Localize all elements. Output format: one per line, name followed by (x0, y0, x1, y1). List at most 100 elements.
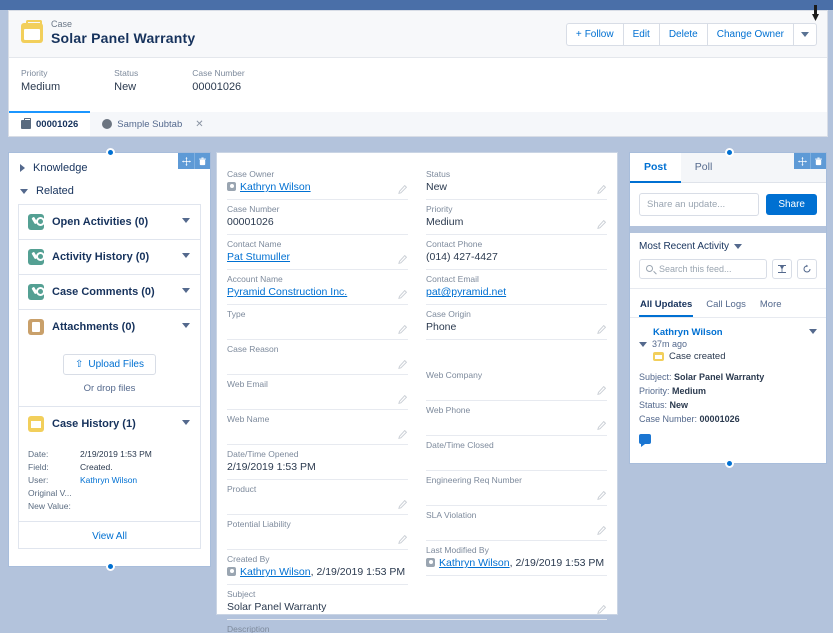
pencil-icon[interactable] (597, 185, 606, 194)
field-value (426, 451, 607, 466)
subtab-00001026[interactable]: 00001026 (9, 111, 91, 136)
related-card-activity-history[interactable]: Activity History (0) (18, 239, 201, 274)
field-web-phone[interactable]: Web Phone (426, 401, 607, 436)
field-value[interactable]: Pyramid Construction Inc. (227, 285, 408, 300)
pencil-icon[interactable] (597, 325, 606, 334)
edit-button[interactable]: Edit (622, 23, 659, 46)
feed-sort-dropdown[interactable]: Most Recent Activity (630, 233, 826, 256)
contact-email-link[interactable]: pat@pyramid.net (426, 286, 506, 298)
field-case-origin[interactable]: Case Origin Phone (426, 305, 607, 340)
account-name-link[interactable]: Pyramid Construction Inc. (227, 286, 347, 298)
field-contact-email[interactable]: Contact Email pat@pyramid.net (426, 270, 607, 305)
close-icon[interactable]: ✕ (195, 119, 203, 130)
field-case-reason[interactable]: Case Reason (227, 340, 408, 375)
field-web-name[interactable]: Web Name (227, 410, 408, 445)
comment-icon[interactable] (639, 434, 651, 447)
pencil-icon[interactable] (398, 500, 407, 509)
field-case-owner[interactable]: Case Owner Kathryn Wilson (227, 165, 408, 200)
share-button[interactable]: Share (766, 194, 817, 215)
pencil-icon[interactable] (398, 185, 407, 194)
pencil-icon[interactable] (597, 526, 606, 535)
tab-poll[interactable]: Poll (680, 153, 727, 182)
chevron-down-icon[interactable] (809, 329, 817, 334)
field-value[interactable]: Kathryn Wilson (227, 180, 408, 195)
pencil-icon[interactable] (597, 421, 606, 430)
feed-tab-more[interactable]: More (759, 295, 783, 317)
pencil-icon[interactable] (398, 395, 407, 404)
more-actions-button[interactable] (793, 23, 817, 46)
panel-edit-badges (794, 153, 826, 169)
priority-label: Priority (21, 68, 48, 78)
field-value[interactable]: pat@pyramid.net (426, 285, 607, 300)
case-number-value: 00001026 (192, 81, 242, 93)
pencil-icon[interactable] (597, 220, 606, 229)
chevron-down-icon[interactable] (182, 323, 190, 328)
field-priority[interactable]: Priority Medium (426, 200, 607, 235)
field-value (426, 486, 607, 501)
field-account-name[interactable]: Account Name Pyramid Construction Inc. (227, 270, 408, 305)
field-value (426, 416, 607, 431)
field-engineering-req-number[interactable]: Engineering Req Number (426, 471, 607, 506)
subtab-sample-subtab[interactable]: Sample Subtab ✕ (90, 112, 215, 136)
field-potential-liability[interactable]: Potential Liability (227, 515, 408, 550)
feed-tab-all-updates[interactable]: All Updates (639, 295, 694, 317)
feed-item-author[interactable]: Kathryn Wilson (653, 327, 817, 338)
change-owner-button[interactable]: Change Owner (706, 23, 793, 46)
delete-button[interactable]: Delete (658, 23, 707, 46)
upload-files-button[interactable]: ⇧ Upload Files (63, 354, 156, 375)
field-value[interactable]: Pat Stumuller (227, 250, 408, 265)
last-modified-by-link[interactable]: Kathryn Wilson (439, 557, 510, 569)
pencil-icon[interactable] (398, 290, 407, 299)
panel-resize-handle-bottom[interactable] (725, 459, 734, 468)
case-owner-link[interactable]: Kathryn Wilson (240, 181, 311, 193)
pencil-icon[interactable] (398, 325, 407, 334)
left-sidebar-panel: Knowledge Related Open Activities (0) Ac… (8, 148, 211, 571)
pencil-icon[interactable] (398, 430, 407, 439)
related-card-case-history[interactable]: Case History (1) (18, 406, 201, 441)
tab-post[interactable]: Post (630, 153, 681, 183)
pencil-icon[interactable] (597, 491, 606, 500)
chevron-down-icon[interactable] (639, 341, 647, 347)
refresh-icon[interactable] (797, 259, 817, 279)
related-card-title: Open Activities (0) (52, 216, 149, 228)
related-card-case-comments[interactable]: Case Comments (0) (18, 274, 201, 309)
move-icon[interactable] (178, 153, 194, 169)
related-card-title: Case Comments (0) (52, 286, 155, 298)
move-icon[interactable] (794, 153, 810, 169)
feed-search-input[interactable]: Search this feed... (639, 259, 767, 279)
pencil-icon[interactable] (398, 360, 407, 369)
chevron-down-icon[interactable] (182, 218, 190, 223)
panel-resize-handle-top[interactable] (106, 148, 115, 157)
field-type[interactable]: Type (227, 305, 408, 340)
panel-resize-handle-bottom[interactable] (106, 562, 115, 571)
sidebar-section-related[interactable]: Related (9, 183, 210, 204)
pencil-icon[interactable] (597, 605, 606, 614)
chevron-down-icon[interactable] (182, 420, 190, 425)
share-update-input[interactable]: Share an update... (639, 193, 760, 216)
follow-button[interactable]: + Follow (565, 23, 623, 46)
field-sla-violation[interactable]: SLA Violation (426, 506, 607, 541)
panel-resize-handle-top[interactable] (725, 148, 734, 157)
feed-tab-call-logs[interactable]: Call Logs (705, 295, 747, 317)
field-subject[interactable]: Subject Solar Panel Warranty (227, 585, 607, 620)
field-web-company[interactable]: Web Company (426, 366, 607, 401)
field-description[interactable]: Description What is the warranty on the … (227, 620, 607, 633)
contact-name-link[interactable]: Pat Stumuller (227, 251, 290, 263)
field-status[interactable]: Status New (426, 165, 607, 200)
filter-icon[interactable] (772, 259, 792, 279)
pencil-icon[interactable] (398, 255, 407, 264)
field-web-email[interactable]: Web Email (227, 375, 408, 410)
pencil-icon[interactable] (398, 535, 407, 544)
chevron-down-icon[interactable] (182, 288, 190, 293)
trash-icon[interactable] (194, 153, 210, 169)
related-card-attachments[interactable]: Attachments (0) (18, 309, 201, 344)
created-by-link[interactable]: Kathryn Wilson (240, 566, 311, 578)
chevron-down-icon[interactable] (182, 253, 190, 258)
related-card-open-activities[interactable]: Open Activities (0) (18, 204, 201, 239)
view-all-button[interactable]: View All (19, 521, 200, 548)
field-contact-name[interactable]: Contact Name Pat Stumuller (227, 235, 408, 270)
field-product[interactable]: Product (227, 480, 408, 515)
history-value-user-link[interactable]: Kathryn Wilson (80, 474, 137, 487)
pencil-icon[interactable] (597, 386, 606, 395)
trash-icon[interactable] (810, 153, 826, 169)
